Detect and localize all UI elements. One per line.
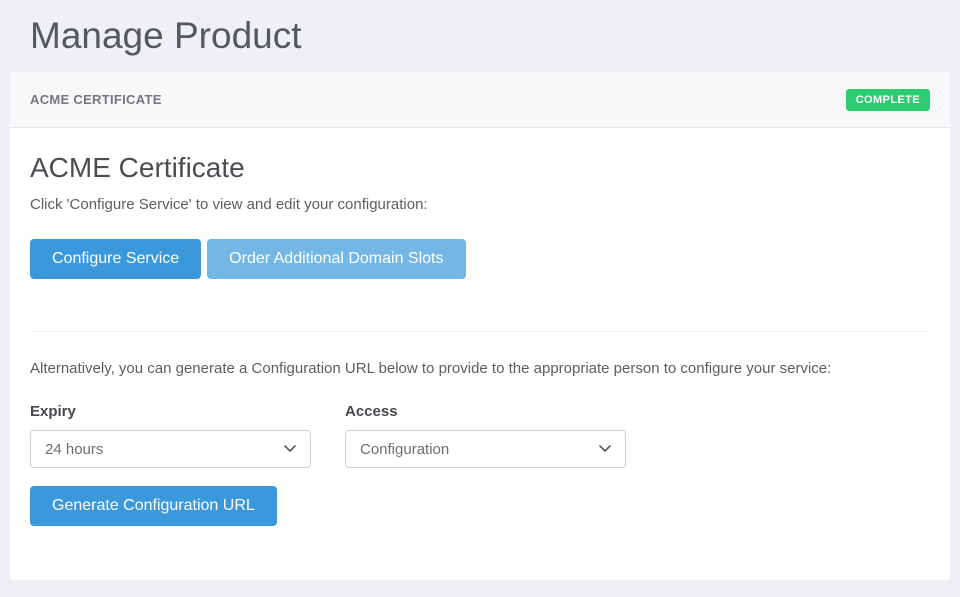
access-field-group: Access Configuration [345,403,626,468]
page-title: Manage Product [0,0,960,72]
access-label: Access [345,403,626,420]
section-divider [30,331,930,332]
action-buttons: Configure Service Order Additional Domai… [30,239,930,279]
product-title: ACME Certificate [30,152,930,184]
access-select[interactable]: Configuration [345,430,626,468]
expiry-label: Expiry [30,403,311,420]
chevron-down-icon [284,445,296,453]
product-panel: ACME CERTIFICATE COMPLETE ACME Certifica… [10,72,950,580]
status-badge: COMPLETE [846,89,930,111]
configuration-url-form: Expiry 24 hours Access Configuration [30,403,930,468]
alternative-hint: Alternatively, you can generate a Config… [30,360,930,377]
panel-body: ACME Certificate Click 'Configure Servic… [10,152,950,526]
access-select-value: Configuration [360,441,449,458]
chevron-down-icon [599,445,611,453]
order-additional-domain-slots-button[interactable]: Order Additional Domain Slots [207,239,465,279]
expiry-select-value: 24 hours [45,441,103,458]
configure-hint: Click 'Configure Service' to view and ed… [30,196,930,213]
configure-service-button[interactable]: Configure Service [30,239,201,279]
expiry-field-group: Expiry 24 hours [30,403,311,468]
generate-configuration-url-button[interactable]: Generate Configuration URL [30,486,277,526]
panel-header: ACME CERTIFICATE COMPLETE [10,72,950,128]
panel-header-title: ACME CERTIFICATE [30,92,162,107]
expiry-select[interactable]: 24 hours [30,430,311,468]
